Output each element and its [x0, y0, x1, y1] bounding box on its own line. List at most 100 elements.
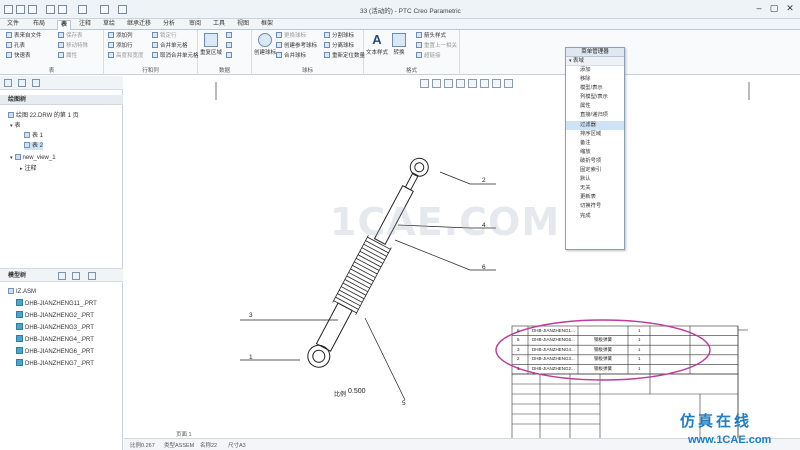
- repeat-region-button[interactable]: 重复区域: [200, 33, 222, 63]
- close-window-button[interactable]: ✕: [783, 3, 797, 15]
- refit-icon[interactable]: [420, 79, 429, 88]
- tab-frame[interactable]: 框架: [258, 20, 276, 30]
- balloon-5[interactable]: 5: [402, 400, 406, 407]
- save-table-button[interactable]: 保存表: [58, 32, 83, 40]
- merge-balloon-button[interactable]: 合并球标: [276, 52, 306, 60]
- menu-item-done[interactable]: 完成: [566, 212, 624, 221]
- change-balloon-button[interactable]: 更换球标: [276, 32, 306, 40]
- reposition-quantity-button[interactable]: 重新定位数量: [324, 52, 365, 60]
- menu-item-model-rep[interactable]: 模型/表示: [566, 84, 624, 93]
- redo-icon[interactable]: [58, 5, 67, 14]
- display-style-icon[interactable]: [468, 79, 477, 88]
- menu-item-scale[interactable]: 缩放: [566, 148, 624, 157]
- tree-item-table1[interactable]: 表 1: [24, 132, 43, 140]
- menu-manager-section[interactable]: ▾ 表域: [566, 57, 624, 66]
- balloon-1[interactable]: 1: [249, 354, 253, 361]
- merge-cells-button[interactable]: 合并单元格: [152, 42, 188, 50]
- open-icon[interactable]: [16, 5, 25, 14]
- columns-icon[interactable]: [72, 272, 80, 280]
- menu-item-comments[interactable]: 备注: [566, 139, 624, 148]
- drawing-canvas[interactable]: 2 4 6 3 1 5 比例 0.500 6 DHB-JIANZHENG1...…: [124, 76, 800, 440]
- tree-item-view[interactable]: ▾ new_view_1: [10, 154, 56, 162]
- menu-item-fix-index[interactable]: 固定索引: [566, 166, 624, 175]
- hyperlink-button[interactable]: 超链接: [416, 52, 441, 60]
- menu-item-filters[interactable]: 过滤器: [566, 120, 624, 130]
- balloon-3[interactable]: 3: [249, 312, 253, 319]
- menu-item-direct-recursive[interactable]: 直接/递归项: [566, 111, 624, 120]
- balloon-2[interactable]: 2: [482, 177, 486, 184]
- page-label[interactable]: 页面 1: [176, 430, 192, 438]
- quick-table-button[interactable]: 快速表: [6, 52, 31, 60]
- menu-item-update-tables[interactable]: 更新表: [566, 193, 624, 202]
- tree-item-table2[interactable]: 表 2: [24, 142, 44, 150]
- menu-item-remove[interactable]: 移除: [566, 75, 624, 84]
- arrow-style-button[interactable]: 箭头样式: [416, 32, 446, 40]
- display-icon[interactable]: [88, 272, 96, 280]
- regenerate-icon[interactable]: [78, 5, 87, 14]
- model-part-3[interactable]: DHB-JIANZHENG3_.PRT: [16, 323, 94, 332]
- favorites-icon[interactable]: [32, 79, 40, 87]
- zoom-in-icon[interactable]: [432, 79, 441, 88]
- table-properties-button[interactable]: 属性: [58, 52, 77, 60]
- model-part-5[interactable]: DHB-JIANZHENG6_.PRT: [16, 347, 94, 356]
- data-btn-2[interactable]: [226, 42, 234, 50]
- hole-table-button[interactable]: 孔表: [6, 42, 25, 50]
- model-part-2[interactable]: DHB-JIANZHENG2_.PRT: [16, 311, 94, 320]
- tab-tools[interactable]: 工具: [210, 20, 228, 30]
- folder-icon[interactable]: [18, 79, 26, 87]
- tab-analysis[interactable]: 分析: [160, 20, 178, 30]
- convert-button[interactable]: 转换: [388, 33, 410, 63]
- settings-icon[interactable]: [58, 272, 66, 280]
- tab-table[interactable]: 表: [57, 20, 72, 30]
- menu-item-add[interactable]: 添加: [566, 66, 624, 75]
- menu-item-attributes[interactable]: 属性: [566, 102, 624, 111]
- tab-review[interactable]: 审阅: [186, 20, 204, 30]
- model-tree-root[interactable]: IZ.ASM: [8, 288, 36, 296]
- tree-item-tables[interactable]: ▾ 表: [10, 122, 21, 130]
- table-from-file-button[interactable]: 表来自文件: [6, 32, 42, 40]
- sheet-display-icon[interactable]: [504, 79, 513, 88]
- add-column-button[interactable]: 添加列: [108, 32, 133, 40]
- datum-display-icon[interactable]: [480, 79, 489, 88]
- move-special-button[interactable]: 移动特殊: [58, 42, 88, 50]
- maximize-button[interactable]: ▢: [767, 3, 781, 15]
- tab-annotate[interactable]: 注释: [76, 20, 94, 30]
- menu-item-column-model-rep[interactable]: 列模型/表示: [566, 93, 624, 102]
- annotation-display-icon[interactable]: [492, 79, 501, 88]
- model-part-1[interactable]: DHB-JIANZHENG11_.PRT: [16, 299, 97, 308]
- text-style-button[interactable]: A 文本样式: [366, 33, 388, 63]
- model-part-4[interactable]: DHB-JIANZHENG4_.PRT: [16, 335, 94, 344]
- unmerge-cells-button[interactable]: 取消合并单元格: [152, 52, 199, 60]
- reset-previous-button[interactable]: 重置上一相关: [416, 42, 457, 50]
- data-btn-1[interactable]: [226, 32, 234, 40]
- close-icon[interactable]: [118, 5, 127, 14]
- undo-icon[interactable]: [46, 5, 55, 14]
- data-btn-3[interactable]: [226, 52, 234, 60]
- create-balloon-button[interactable]: 创建球标: [254, 33, 276, 63]
- create-reference-balloon-button[interactable]: 创建参考球标: [276, 42, 317, 50]
- model-part-6[interactable]: DHB-JIANZHENG7_.PRT: [16, 359, 94, 368]
- tab-sketch[interactable]: 草绘: [100, 20, 118, 30]
- split-balloon-button[interactable]: 分割球标: [324, 32, 354, 40]
- windows-icon[interactable]: [100, 5, 109, 14]
- menu-item-default[interactable]: 默认: [566, 175, 624, 184]
- minimize-button[interactable]: –: [752, 3, 766, 15]
- add-row-button[interactable]: 添加行: [108, 42, 133, 50]
- detach-balloon-button[interactable]: 分离球标: [324, 42, 354, 50]
- menu-item-none[interactable]: 无关: [566, 184, 624, 193]
- menu-item-switch-symbols[interactable]: 切换符号: [566, 202, 624, 211]
- repaint-icon[interactable]: [456, 79, 465, 88]
- tab-view[interactable]: 视图: [234, 20, 252, 30]
- zoom-out-icon[interactable]: [444, 79, 453, 88]
- tab-layout[interactable]: 布局: [30, 20, 48, 30]
- tree-icon[interactable]: [4, 79, 12, 87]
- drawing-tree-header[interactable]: 绘图树: [0, 95, 123, 105]
- menu-item-dash-item[interactable]: 破折号项: [566, 157, 624, 166]
- tab-legacy-migration[interactable]: 继承迁移: [124, 20, 154, 30]
- new-icon[interactable]: [4, 5, 13, 14]
- lock-row-button[interactable]: 锁定行: [152, 32, 177, 40]
- balloon-6[interactable]: 6: [482, 264, 486, 271]
- tree-item-annotations[interactable]: ▸ 注释: [20, 165, 37, 173]
- height-width-button[interactable]: 高度和宽度: [108, 52, 144, 60]
- tab-file[interactable]: 文件: [4, 20, 22, 30]
